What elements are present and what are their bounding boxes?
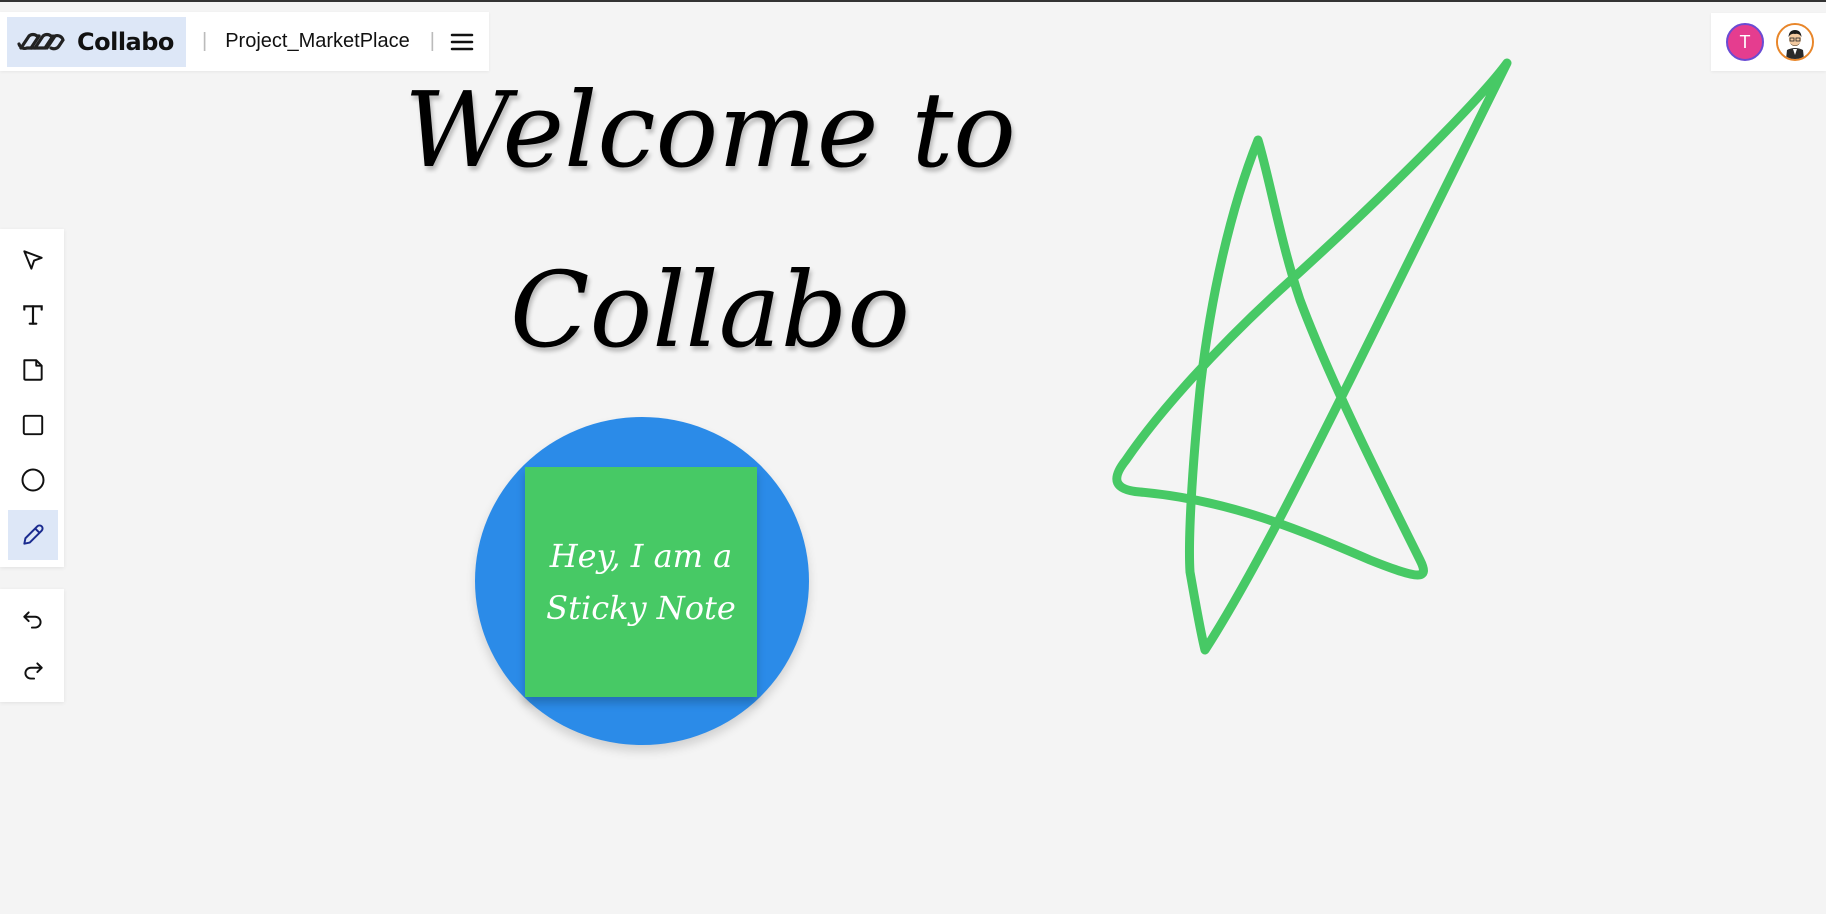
divider: | <box>202 30 208 52</box>
avatar[interactable]: T <box>1726 23 1764 61</box>
redo-arrow-icon <box>24 662 43 680</box>
tools-panel <box>0 229 64 567</box>
text-tool-button[interactable] <box>8 290 58 340</box>
undo-arrow-icon <box>23 611 42 629</box>
history-panel <box>0 589 64 702</box>
brand-home-button[interactable]: Collabo <box>7 16 186 67</box>
avatar-initial: T <box>1739 31 1751 52</box>
text-t-icon <box>23 305 43 325</box>
avatar[interactable] <box>1776 23 1814 61</box>
sticky-note-text: Hey, I am a Sticky Note <box>546 537 736 627</box>
pointer-arrow-icon <box>23 250 43 270</box>
sticky-note-icon <box>23 359 43 381</box>
square-icon <box>22 414 44 436</box>
sticky-note-tool-button[interactable] <box>8 345 58 395</box>
pencil-tool-button[interactable] <box>8 510 58 560</box>
canvas-heading-text[interactable]: Welcome to Collabo <box>390 40 1030 400</box>
project-name[interactable]: Project_MarketPlace <box>225 30 410 53</box>
ellipse-tool-button[interactable] <box>8 455 58 505</box>
brand-name: Collabo <box>77 27 174 56</box>
select-tool-button[interactable] <box>8 235 58 285</box>
rectangle-tool-button[interactable] <box>8 400 58 450</box>
freehand-star-drawing[interactable] <box>1110 55 1520 665</box>
collaborators-panel: T <box>1711 13 1826 71</box>
undo-button[interactable] <box>8 595 58 645</box>
redo-button[interactable] <box>8 646 58 696</box>
infinity-logo-icon <box>17 32 65 50</box>
window-top-border <box>0 0 1826 2</box>
pencil-icon <box>23 524 44 545</box>
sticky-note[interactable]: Hey, I am a Sticky Note <box>525 467 757 697</box>
cartoon-person-avatar-icon <box>1778 25 1812 59</box>
circle-icon <box>21 468 45 492</box>
